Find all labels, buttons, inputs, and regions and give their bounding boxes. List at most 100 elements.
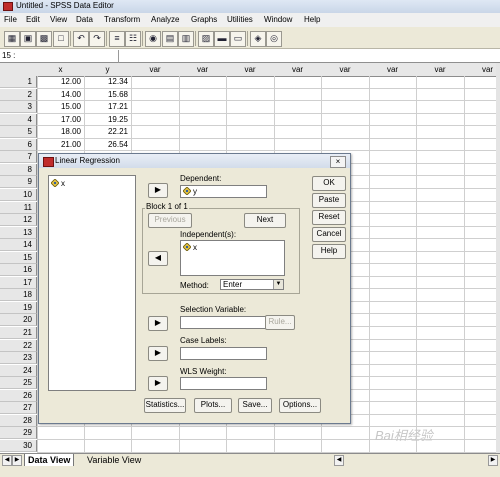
select-cases-icon[interactable]: ▭ — [230, 31, 246, 47]
row-header[interactable]: 14 — [0, 239, 37, 252]
row-header[interactable]: 18 — [0, 289, 37, 302]
menu-analyze[interactable]: Analyze — [151, 15, 179, 24]
row-header[interactable]: 1 — [0, 76, 37, 88]
row-header[interactable]: 5 — [0, 126, 37, 139]
table-cell[interactable]: 18.00 — [37, 126, 84, 138]
dialog-recall-icon[interactable]: □ — [53, 31, 69, 47]
table-cell[interactable]: 14.00 — [37, 89, 84, 101]
save-button[interactable]: Save... — [238, 398, 272, 413]
rule-button[interactable]: Rule... — [265, 315, 295, 330]
table-cell[interactable] — [37, 427, 84, 439]
save-icon[interactable]: ▣ — [20, 31, 36, 47]
insert-case-icon[interactable]: ▤ — [162, 31, 178, 47]
cancel-button[interactable]: Cancel — [312, 227, 346, 242]
plots-button[interactable]: Plots... — [194, 398, 232, 413]
table-cell[interactable]: 12.00 — [37, 76, 84, 88]
move-to-dependent-button[interactable]: ▶ — [148, 183, 168, 198]
close-icon[interactable]: × — [330, 156, 346, 168]
variables-icon[interactable]: ☷ — [125, 31, 141, 47]
print-icon[interactable]: ▩ — [36, 31, 52, 47]
row-header[interactable]: 7 — [0, 151, 37, 164]
independents-list[interactable]: x — [180, 240, 285, 276]
list-item[interactable]: x — [183, 243, 197, 252]
row-header[interactable]: 28 — [0, 414, 37, 427]
open-icon[interactable]: ▦ — [4, 31, 20, 47]
case-labels-field[interactable] — [180, 347, 267, 360]
menu-file[interactable]: File — [4, 15, 17, 24]
help-button[interactable]: Help — [312, 244, 346, 259]
paste-button[interactable]: Paste — [312, 193, 346, 208]
table-cell[interactable]: 21.00 — [37, 139, 84, 151]
row-header[interactable]: 22 — [0, 339, 37, 352]
row-header[interactable]: 12 — [0, 214, 37, 227]
row-header[interactable]: 11 — [0, 201, 37, 214]
vertical-scrollbar[interactable] — [496, 63, 500, 453]
tab-scroll-right-icon[interactable]: ▶ — [12, 455, 22, 466]
row-header[interactable]: 6 — [0, 138, 37, 151]
insert-variable-icon[interactable]: ▥ — [178, 31, 194, 47]
column-header[interactable]: var — [131, 63, 180, 77]
hscroll-right-icon[interactable]: ▶ — [488, 455, 498, 466]
use-sets-icon[interactable]: ◎ — [266, 31, 282, 47]
move-to-independent-button[interactable]: ◀ — [148, 251, 168, 266]
column-header[interactable]: var — [179, 63, 227, 77]
row-header[interactable]: 2 — [0, 88, 37, 101]
table-cell[interactable]: 19.25 — [84, 114, 131, 126]
row-header[interactable]: 8 — [0, 163, 37, 176]
column-header[interactable]: var — [369, 63, 417, 77]
reset-button[interactable]: Reset — [312, 210, 346, 225]
value-labels-icon[interactable]: ◈ — [250, 31, 266, 47]
row-header[interactable]: 27 — [0, 402, 37, 415]
menu-help[interactable]: Help — [304, 15, 320, 24]
list-item[interactable]: x — [51, 179, 65, 188]
redo-icon[interactable]: ↷ — [89, 31, 105, 47]
menu-data[interactable]: Data — [76, 15, 93, 24]
row-header[interactable]: 4 — [0, 113, 37, 126]
goto-case-icon[interactable]: ≡ — [109, 31, 125, 47]
column-header[interactable]: var — [321, 63, 370, 77]
menu-edit[interactable]: Edit — [26, 15, 40, 24]
row-header[interactable]: 15 — [0, 251, 37, 264]
row-header[interactable]: 24 — [0, 364, 37, 377]
row-header[interactable]: 23 — [0, 352, 37, 365]
options-button[interactable]: Options... — [279, 398, 321, 413]
table-cell[interactable]: 22.21 — [84, 126, 131, 138]
column-header[interactable]: var — [464, 63, 496, 77]
column-header[interactable]: y — [84, 63, 132, 77]
tab-scroll-left-icon[interactable]: ◀ — [2, 455, 12, 466]
menu-utilities[interactable]: Utilities — [227, 15, 253, 24]
row-header[interactable]: 20 — [0, 314, 37, 327]
row-header[interactable]: 10 — [0, 188, 37, 201]
hscroll-left-icon[interactable]: ◀ — [334, 455, 344, 466]
method-select[interactable]: Enter ▼ — [220, 279, 284, 290]
table-cell[interactable]: 15.00 — [37, 101, 84, 113]
table-cell[interactable]: 15.68 — [84, 89, 131, 101]
previous-button[interactable]: Previous — [148, 213, 192, 228]
table-cell[interactable] — [84, 440, 131, 452]
row-header[interactable]: 19 — [0, 301, 37, 314]
row-header[interactable]: 29 — [0, 427, 37, 440]
wls-weight-field[interactable] — [180, 377, 267, 390]
table-cell[interactable] — [84, 427, 131, 439]
row-header[interactable]: 13 — [0, 226, 37, 239]
selection-variable-field[interactable] — [180, 316, 267, 329]
column-header[interactable]: x — [37, 63, 85, 77]
tab-variable-view[interactable]: Variable View — [84, 454, 144, 466]
move-to-selection-button[interactable]: ▶ — [148, 316, 168, 331]
grid-corner[interactable] — [0, 63, 38, 77]
table-cell[interactable]: 26.54 — [84, 139, 131, 151]
row-header[interactable]: 25 — [0, 377, 37, 390]
column-header[interactable]: var — [274, 63, 322, 77]
dependent-field[interactable]: y — [180, 185, 267, 198]
move-to-case-labels-button[interactable]: ▶ — [148, 346, 168, 361]
next-button[interactable]: Next — [244, 213, 286, 228]
row-header[interactable]: 21 — [0, 327, 37, 339]
table-cell[interactable]: 17.21 — [84, 101, 131, 113]
row-header[interactable]: 30 — [0, 439, 37, 452]
source-variable-list[interactable]: x — [48, 175, 136, 391]
split-file-icon[interactable]: ▨ — [198, 31, 214, 47]
statistics-button[interactable]: Statistics... — [144, 398, 186, 413]
chevron-down-icon[interactable]: ▼ — [273, 280, 283, 289]
weight-cases-icon[interactable]: ▬ — [214, 31, 230, 47]
column-header[interactable]: var — [226, 63, 275, 77]
